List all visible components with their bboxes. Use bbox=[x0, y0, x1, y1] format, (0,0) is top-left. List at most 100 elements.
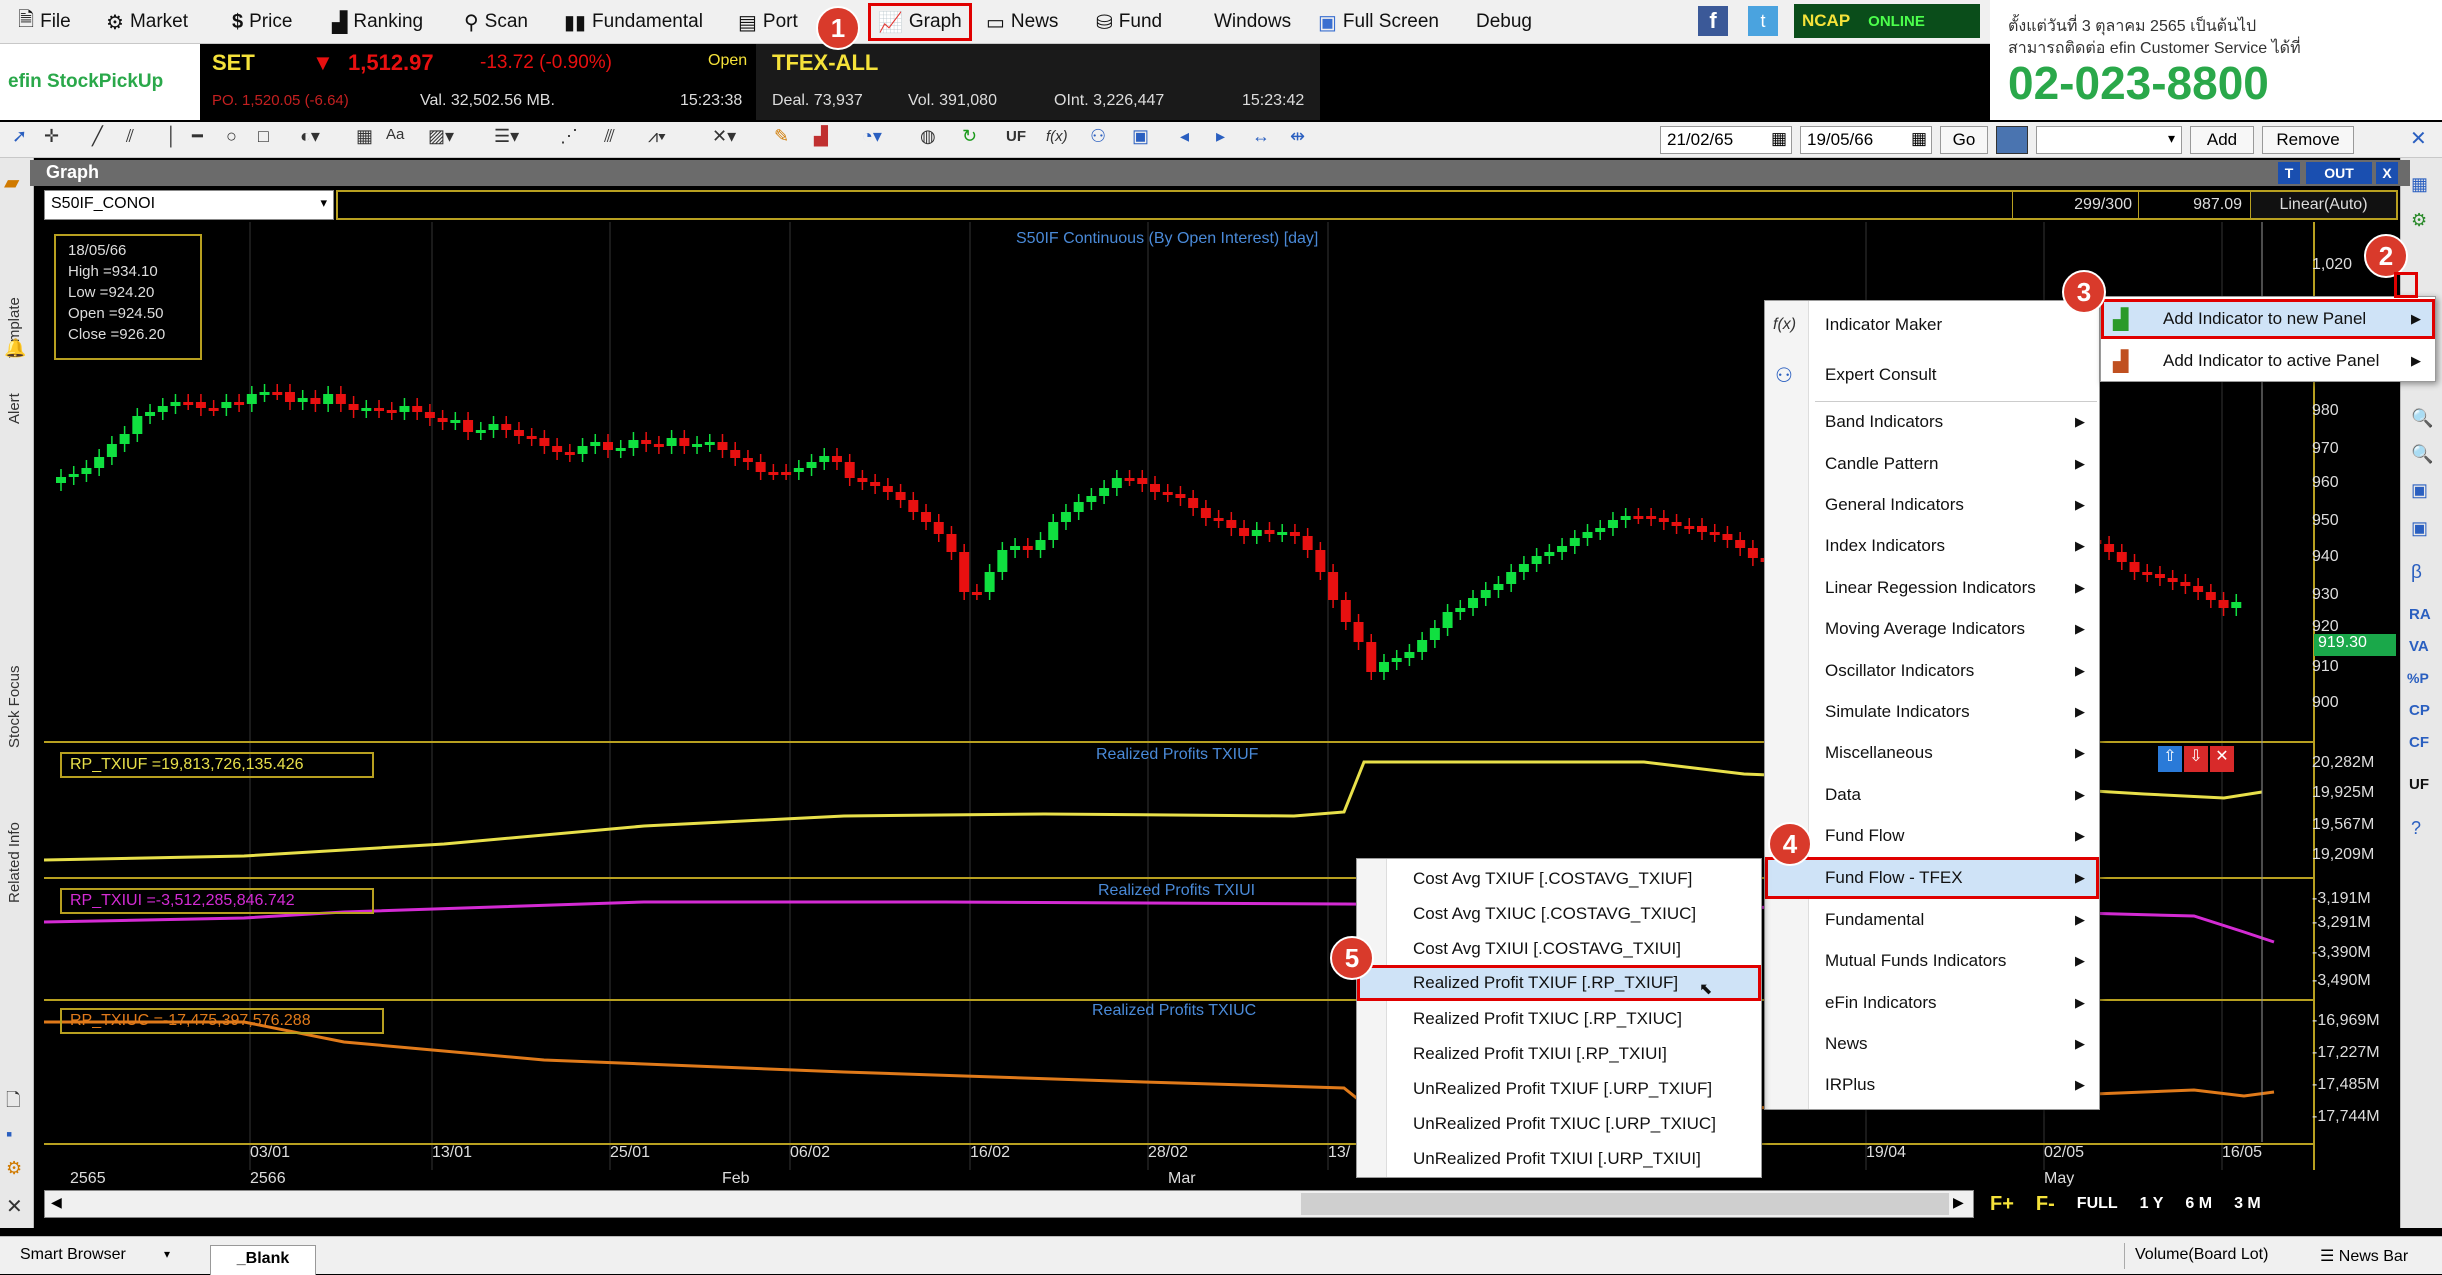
menu-item-miscellaneous[interactable]: Miscellaneous ▶ bbox=[1765, 734, 2099, 772]
delete-drawing-icon[interactable]: ✕▾ bbox=[712, 126, 736, 147]
add-button[interactable]: Add bbox=[2190, 126, 2254, 154]
news-bar-toggle[interactable]: ☰ News Bar bbox=[2316, 1243, 2436, 1269]
tab-blank[interactable]: _Blank bbox=[210, 1245, 316, 1275]
percent-p-button[interactable]: %P bbox=[2407, 670, 2429, 686]
close-panel-icon[interactable]: ✕ bbox=[6, 1194, 23, 1219]
chart-settings-icon[interactable]: ⚙ bbox=[2411, 210, 2427, 231]
calendar-icon[interactable]: ▦ bbox=[1771, 129, 1787, 149]
va-button[interactable]: VA bbox=[2409, 638, 2429, 655]
menu-item-indicator-maker[interactable]: f(x) Indicator Maker bbox=[1765, 303, 2099, 347]
line-icon[interactable]: ╱ bbox=[92, 126, 103, 147]
crosshair-icon[interactable]: ✛ bbox=[44, 126, 59, 147]
volume-board-lot[interactable]: Volume(Board Lot) bbox=[2124, 1243, 2304, 1269]
search-icon[interactable]: 🔍 bbox=[2411, 444, 2433, 465]
table-icon[interactable]: ▦ bbox=[2411, 174, 2428, 195]
alert-bell-icon[interactable]: 🔔 bbox=[4, 338, 26, 359]
add-indicator-new-panel[interactable]: ▟ Add Indicator to new Panel ▶ bbox=[2101, 299, 2435, 339]
menu-fund[interactable]: ⛁ Fund bbox=[1096, 6, 1162, 38]
reload-icon[interactable]: ↻ bbox=[962, 126, 977, 147]
menu-item-expert-consult[interactable]: ⚇ Expert Consult bbox=[1765, 353, 2099, 397]
menu-item-linear-regression[interactable]: Linear Regession Indicators ▶ bbox=[1765, 569, 2099, 607]
uf-button[interactable]: UF bbox=[2409, 776, 2429, 793]
settings-icon[interactable]: ⚙ bbox=[6, 1158, 22, 1179]
menu-graph[interactable]: 📈 Graph bbox=[868, 3, 972, 41]
ra-button[interactable]: RA bbox=[2409, 606, 2431, 623]
menu-news[interactable]: ▭ News bbox=[986, 6, 1058, 38]
menu-item-fund-flow[interactable]: Fund Flow ▶ bbox=[1765, 817, 2099, 855]
zoom-minus-button[interactable]: F- bbox=[2036, 1193, 2055, 1216]
tab-related-info[interactable]: Related Info bbox=[6, 822, 23, 903]
close-icon[interactable]: ✕ bbox=[2410, 126, 2427, 151]
zoom-plus-button[interactable]: F+ bbox=[1990, 1193, 2014, 1216]
menu-item-simulate[interactable]: Simulate Indicators ▶ bbox=[1765, 693, 2099, 731]
zoom-icon[interactable]: 🔍 bbox=[2411, 408, 2433, 429]
scroll-right-icon[interactable]: ▸ bbox=[1216, 126, 1225, 147]
expert-toolbar-icon[interactable]: ⚇ bbox=[1090, 126, 1106, 147]
panel-menu-trigger[interactable] bbox=[2394, 272, 2418, 298]
panel-down-button[interactable]: ⇩ bbox=[2184, 746, 2208, 772]
date-from-input[interactable]: 21/02/65 ▦ bbox=[1660, 126, 1792, 154]
panel2-legend[interactable]: RP_TXIUI =-3,512,285,846.742 bbox=[60, 888, 374, 914]
menu-fullscreen[interactable]: ▣ Full Screen bbox=[1318, 6, 1439, 38]
add-indicator-active-panel[interactable]: ▟ Add Indicator to active Panel ▶ bbox=[2101, 341, 2435, 381]
color-swatch[interactable] bbox=[1996, 126, 2028, 154]
scroll-right-arrow-icon[interactable]: ▶ bbox=[1953, 1194, 1964, 1211]
eraser-icon[interactable]: ▟ bbox=[814, 126, 828, 147]
uf-icon[interactable]: UF bbox=[1006, 128, 1026, 145]
menu-item-general-indicators[interactable]: General Indicators ▶ bbox=[1765, 486, 2099, 524]
go-button[interactable]: Go bbox=[1940, 126, 1988, 154]
menu-item-mutual-funds[interactable]: Mutual Funds Indicators ▶ bbox=[1765, 942, 2099, 980]
panel-up-button[interactable]: ⇧ bbox=[2158, 746, 2182, 772]
horizontal-line-icon[interactable]: ━ bbox=[192, 126, 203, 147]
period-6m-button[interactable]: 6 M bbox=[2185, 1195, 2212, 1213]
menu-item-irplus[interactable]: IRPlus ▶ bbox=[1765, 1066, 2099, 1104]
chart-scrollbar[interactable]: ◀ ▶ bbox=[44, 1190, 1974, 1218]
submenu-item-rp-txiuf[interactable]: Realized Profit TXIUF [.RP_TXIUF] ⬉ bbox=[1357, 965, 1761, 1001]
scroll-left-icon[interactable]: ◂ bbox=[1180, 126, 1189, 147]
customer-service-banner[interactable]: ตั้งแต่วันที่ 3 ตุลาคม 2565 เป็นต้นไป สา… bbox=[1990, 0, 2442, 120]
menu-item-band-indicators[interactable]: Band Indicators ▶ bbox=[1765, 403, 2099, 441]
twitter-icon[interactable]: t bbox=[1748, 6, 1778, 36]
menu-item-candle-pattern[interactable]: Candle Pattern ▶ bbox=[1765, 445, 2099, 483]
gann-icon[interactable]: ⋰ bbox=[560, 126, 578, 147]
fibonacci-icon[interactable]: ▨▾ bbox=[428, 126, 454, 147]
panel3-legend[interactable]: RP_TXIUC =-17,475,397,576.288 bbox=[60, 1008, 384, 1034]
panel1-legend[interactable]: RP_TXIUF =19,813,726,135.426 bbox=[60, 752, 374, 778]
cp-button[interactable]: CP bbox=[2409, 702, 2430, 719]
cf-button[interactable]: CF bbox=[2409, 734, 2429, 751]
out-button[interactable]: OUT bbox=[2306, 162, 2372, 184]
period-full-button[interactable]: FULL bbox=[2077, 1195, 2118, 1213]
beta-button[interactable]: β bbox=[2411, 562, 2422, 584]
menu-fundamental[interactable]: ▮▮ Fundamental bbox=[564, 6, 703, 38]
scroll-left-arrow-icon[interactable]: ◀ bbox=[51, 1194, 62, 1211]
remove-button[interactable]: Remove bbox=[2262, 126, 2354, 154]
t-button[interactable]: T bbox=[2278, 162, 2300, 184]
indicator-select[interactable]: ▾ bbox=[2036, 126, 2182, 154]
menu-item-moving-average[interactable]: Moving Average Indicators ▶ bbox=[1765, 610, 2099, 648]
period-1y-button[interactable]: 1 Y bbox=[2140, 1195, 2164, 1213]
refresh-icon[interactable]: ◔▾ bbox=[862, 126, 882, 147]
smart-browser-dropdown[interactable]: Smart Browser ▾ bbox=[14, 1243, 174, 1269]
wave-icon[interactable]: ⩘▾ bbox=[648, 126, 666, 147]
menu-item-fund-flow-tfex[interactable]: Fund Flow - TFEX ▶ bbox=[1765, 857, 2099, 899]
symbol-input[interactable]: S50IF_CONOI ▾ bbox=[44, 190, 334, 220]
function-icon[interactable]: f(x) bbox=[1046, 128, 1068, 145]
menu-market[interactable]: ⚙ Market bbox=[106, 6, 188, 38]
shape-dropdown-icon[interactable]: ◐▾ bbox=[300, 126, 320, 147]
scale-mode[interactable]: Linear(Auto) bbox=[2250, 192, 2396, 218]
pitchfork-icon[interactable]: ⫻ bbox=[604, 126, 615, 147]
globe-icon[interactable]: ◍ bbox=[920, 126, 936, 147]
folder-icon[interactable]: ▰ bbox=[4, 170, 19, 195]
help-icon[interactable]: ? bbox=[2411, 818, 2421, 839]
parallel-line-icon[interactable]: ⫽ bbox=[126, 126, 134, 147]
picture-icon[interactable]: ▣ bbox=[2411, 518, 2428, 539]
tab-stock-focus[interactable]: Stock Focus bbox=[6, 665, 23, 748]
image-icon[interactable]: ▣ bbox=[1132, 126, 1149, 147]
calculator-icon[interactable]: ▦ bbox=[356, 126, 373, 147]
tab-alert[interactable]: Alert bbox=[6, 393, 23, 424]
date-to-input[interactable]: 19/05/66 ▦ bbox=[1800, 126, 1932, 154]
menu-port[interactable]: ▤ Port bbox=[738, 6, 798, 38]
menu-item-data[interactable]: Data ▶ bbox=[1765, 776, 2099, 814]
calendar-icon[interactable]: ▦ bbox=[1911, 129, 1927, 149]
menu-file[interactable]: 🗎 File bbox=[18, 6, 71, 38]
